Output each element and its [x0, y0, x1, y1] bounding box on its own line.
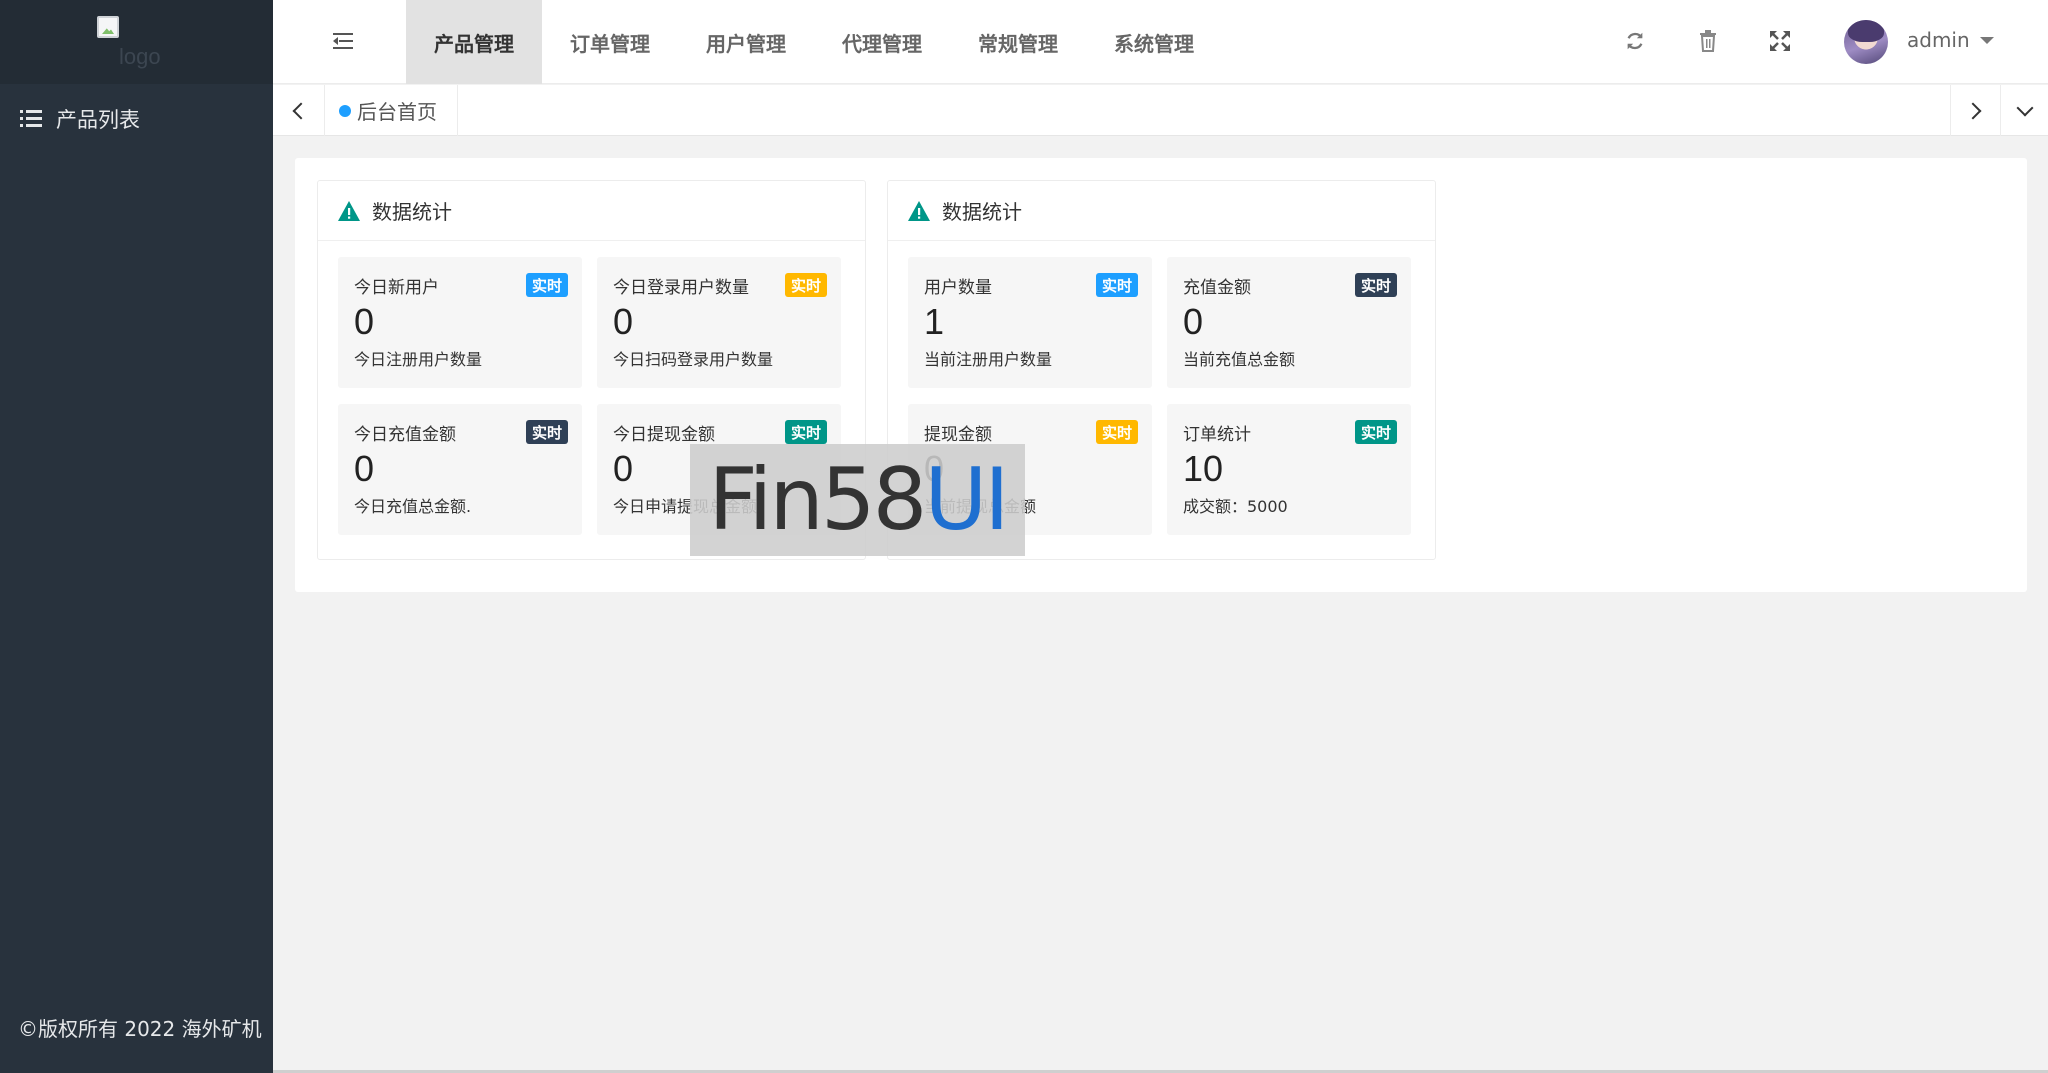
stat-desc: 当前注册用户数量: [924, 350, 1053, 369]
watermark-text-2: UI: [924, 450, 1009, 550]
nav-agent-management[interactable]: 代理管理: [814, 0, 950, 84]
list-icon: [20, 110, 42, 128]
realtime-badge: 实时: [1354, 420, 1397, 444]
logo-image[interactable]: logo: [97, 16, 177, 72]
realtime-badge: 实时: [1354, 273, 1397, 297]
chevron-right-icon: [1964, 102, 1982, 119]
broken-image-icon: [97, 16, 119, 38]
top-nav: 产品管理 订单管理 用户管理 代理管理 常规管理 系统管理: [406, 0, 1222, 84]
tab-scroll-left[interactable]: [273, 85, 325, 136]
stat-desc: 今日扫码登录用户数量: [613, 350, 774, 369]
nav-system-management[interactable]: 系统管理: [1086, 0, 1222, 84]
caret-down-icon: [1979, 36, 1994, 44]
trash-icon[interactable]: [1695, 28, 1721, 54]
sidebar-item-label: 产品列表: [56, 108, 140, 132]
dashboard-card: 数据统计 今日新用户 实时 0 今日注册用户数量 今日登录用户数量 实时 0 今…: [295, 158, 2027, 592]
refresh-icon[interactable]: [1622, 28, 1648, 54]
tab-bar: 后台首页: [273, 85, 2048, 136]
realtime-badge: 实时: [525, 273, 568, 297]
stat-value: 0: [1183, 301, 1204, 342]
stat-card: 用户数量 实时 1 当前注册用户数量: [908, 257, 1152, 388]
stat-desc: 今日充值总金额.: [354, 497, 472, 516]
realtime-badge: 实时: [1095, 420, 1138, 444]
stat-card: 今日充值金额 实时 0 今日充值总金额.: [338, 404, 582, 535]
tab-home-label: 后台首页: [357, 100, 437, 124]
panel-title: 数据统计: [372, 200, 452, 224]
stat-value: 10: [1183, 448, 1224, 489]
warning-icon: [908, 200, 930, 221]
realtime-badge: 实时: [1095, 273, 1138, 297]
stat-card: 订单统计 实时 10 成交额：5000: [1167, 404, 1411, 535]
panel-header: 数据统计: [888, 181, 1435, 241]
tab-options-dropdown[interactable]: [2000, 85, 2048, 136]
nav-order-management[interactable]: 订单管理: [542, 0, 678, 84]
stat-card: 充值金额 实时 0 当前充值总金额: [1167, 257, 1411, 388]
stat-desc: 今日注册用户数量: [354, 350, 483, 369]
chevron-down-icon: [2016, 99, 2033, 116]
avatar[interactable]: [1844, 20, 1888, 64]
fullscreen-icon[interactable]: [1767, 28, 1793, 54]
nav-product-management[interactable]: 产品管理: [406, 0, 542, 84]
user-name: admin: [1907, 28, 1970, 52]
chevron-left-icon: [292, 102, 310, 119]
realtime-badge: 实时: [525, 420, 568, 444]
stat-value: 0: [354, 448, 375, 489]
watermark: Fin58 UI: [690, 444, 1025, 556]
stat-card: 今日新用户 实时 0 今日注册用户数量: [338, 257, 582, 388]
watermark-text-1: Fin58: [708, 450, 927, 550]
active-dot-icon: [339, 104, 351, 117]
panel-header: 数据统计: [318, 181, 865, 241]
indent-icon[interactable]: [333, 32, 355, 50]
top-header: 产品管理 订单管理 用户管理 代理管理 常规管理 系统管理 admin: [273, 0, 2048, 84]
panel-title: 数据统计: [942, 200, 1022, 224]
realtime-badge: 实时: [784, 420, 827, 444]
sidebar-item-product-list[interactable]: 产品列表: [0, 96, 273, 142]
stat-value: 0: [613, 301, 634, 342]
warning-icon: [338, 200, 360, 221]
logo-alt-text: logo: [119, 44, 161, 69]
sidebar: logo 产品列表 ©版权所有 2022 海外矿机: [0, 0, 273, 1073]
stat-value: 1: [924, 301, 945, 342]
stat-desc: 成交额：5000: [1183, 497, 1288, 516]
tab-home[interactable]: 后台首页: [325, 85, 458, 136]
stat-card: 今日登录用户数量 实时 0 今日扫码登录用户数量: [597, 257, 841, 388]
logo-area: logo: [0, 0, 273, 84]
user-menu[interactable]: admin: [1907, 28, 1994, 52]
nav-user-management[interactable]: 用户管理: [678, 0, 814, 84]
realtime-badge: 实时: [784, 273, 827, 297]
stat-desc: 当前充值总金额: [1183, 350, 1296, 369]
copyright-text: ©版权所有 2022 海外矿机: [18, 1017, 262, 1041]
stat-value: 0: [354, 301, 375, 342]
nav-general-management[interactable]: 常规管理: [950, 0, 1086, 84]
tab-scroll-right[interactable]: [1950, 85, 2000, 136]
